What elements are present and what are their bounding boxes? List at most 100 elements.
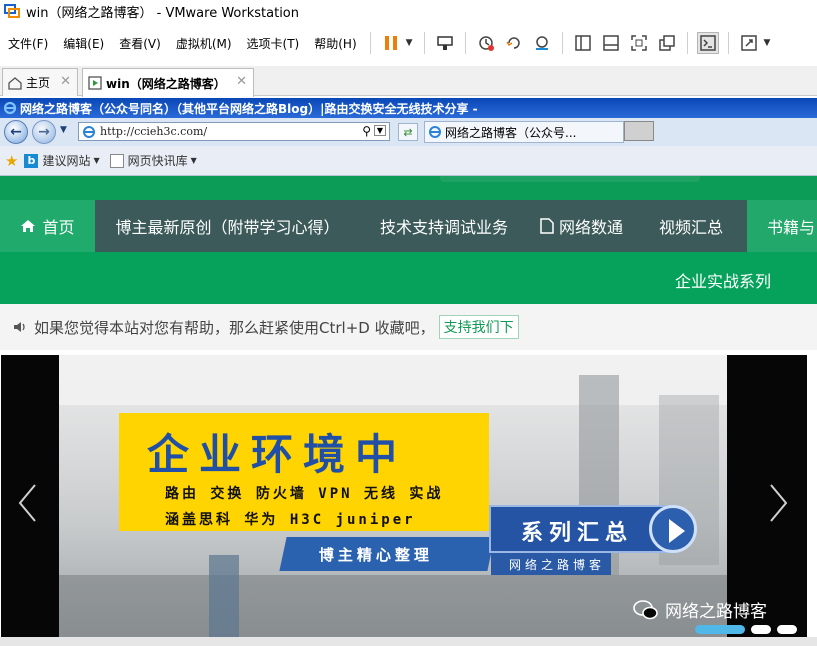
menu-edit[interactable]: 编辑(E) bbox=[63, 35, 104, 52]
history-dropdown-icon[interactable]: ▼ bbox=[60, 125, 67, 135]
toolbar-separator bbox=[561, 32, 563, 54]
factory-floor bbox=[59, 575, 727, 637]
favorites-star-icon[interactable]: ★ bbox=[5, 152, 18, 170]
chevron-down-icon[interactable]: ▼ bbox=[93, 156, 99, 165]
thumbnail-icon[interactable] bbox=[600, 32, 622, 54]
window-title: win（网络之路博客） - VMware Workstation bbox=[26, 5, 299, 21]
back-button[interactable]: ← bbox=[4, 120, 28, 144]
toolbar-separator bbox=[369, 32, 371, 54]
vm-running-icon bbox=[88, 76, 102, 90]
ie-title-bar: 网络之路博客（公众号同名）（其他平台网络之路Blog）|路由交换安全无线技术分享… bbox=[0, 98, 817, 118]
support-link[interactable]: 支持我们下 bbox=[438, 315, 519, 339]
revert-snapshot-icon[interactable] bbox=[503, 32, 525, 54]
site-sub-nav: 企业实战系列 bbox=[0, 252, 817, 304]
chevron-down-icon[interactable]: ▼ bbox=[406, 38, 413, 48]
carousel-dot-active[interactable] bbox=[695, 625, 745, 634]
headline-box: 企业环境中 路由 交换 防火墙 VPN 无线 实战 涵盖思科 华为 H3C ju… bbox=[119, 413, 489, 531]
banner-tag-text: 博主精心整理 bbox=[318, 546, 433, 564]
menu-toolbar: 文件(F) 编辑(E) 查看(V) 虚拟机(M) 选项卡(T) 帮助(H) ▼ … bbox=[0, 28, 817, 58]
snapshot-manager-icon[interactable] bbox=[531, 32, 553, 54]
vmware-title-bar: win（网络之路博客） - VMware Workstation bbox=[0, 0, 817, 22]
vm-tab-strip: 主页 ✕ win（网络之路博客） ✕ bbox=[0, 66, 817, 97]
nav-videos[interactable]: 视频汇总 bbox=[635, 200, 747, 252]
favorites-bar: ★ b 建议网站 ▼ 网页快讯库 ▼ bbox=[0, 146, 817, 176]
web-slice-icon bbox=[109, 153, 124, 168]
series-text: 系列汇总 bbox=[521, 521, 634, 546]
banner-carousel[interactable]: 企业环境中 路由 交换 防火墙 VPN 无线 实战 涵盖思科 华为 H3C ju… bbox=[1, 355, 807, 637]
chevron-down-icon[interactable]: ▼ bbox=[191, 156, 197, 165]
notice-text: 如果您觉得本站对您有帮助，那么赶紧使用Ctrl+D 收藏吧， bbox=[34, 318, 435, 337]
menu-view[interactable]: 查看(V) bbox=[119, 35, 161, 52]
factory-ceiling bbox=[59, 355, 727, 405]
ie-page-icon bbox=[83, 125, 95, 138]
ie-navigation-bar: ← → ▼ http://ccieh3c.com/ ⚲ ▼ ⇄ 网络之路博客（公… bbox=[0, 118, 817, 146]
snapshot-icon[interactable] bbox=[475, 32, 497, 54]
forward-button[interactable]: → bbox=[32, 120, 56, 144]
close-icon[interactable]: ✕ bbox=[236, 74, 247, 89]
banner-tag: 博主精心整理 bbox=[279, 537, 495, 571]
back-arrow-icon: ← bbox=[10, 124, 22, 140]
close-icon[interactable]: ✕ bbox=[60, 74, 71, 89]
menu-file[interactable]: 文件(F) bbox=[8, 35, 48, 52]
menu-vm[interactable]: 虚拟机(M) bbox=[176, 35, 232, 52]
unity-icon[interactable] bbox=[656, 32, 678, 54]
toolbar-separator bbox=[686, 32, 688, 54]
sidebar-icon[interactable] bbox=[572, 32, 594, 54]
worker-figure bbox=[209, 555, 239, 637]
menu-help[interactable]: 帮助(H) bbox=[314, 35, 356, 52]
fullscreen-icon[interactable] bbox=[628, 32, 650, 54]
pause-icon[interactable] bbox=[380, 32, 402, 54]
play-icon bbox=[649, 505, 697, 553]
address-text[interactable]: http://ccieh3c.com/ bbox=[100, 125, 207, 138]
nav-enterprise-series[interactable]: 企业实战系列 bbox=[675, 268, 771, 292]
nav-tech-support[interactable]: 技术支持调试业务 bbox=[360, 200, 528, 252]
speaker-icon bbox=[14, 322, 25, 332]
file-icon bbox=[540, 218, 554, 234]
status-bar bbox=[0, 637, 817, 646]
ie-tab-active[interactable]: 网络之路博客（公众号... bbox=[424, 121, 624, 143]
search-icon[interactable]: ⚲ bbox=[362, 124, 371, 138]
favorite-suggested-sites[interactable]: 建议网站 bbox=[42, 152, 90, 169]
ie-window-title: 网络之路博客（公众号同名）（其他平台网络之路Blog）|路由交换安全无线技术分享… bbox=[20, 101, 478, 116]
nav-books[interactable]: 书籍与 bbox=[747, 200, 817, 252]
tab-vm-win[interactable]: win（网络之路博客） ✕ bbox=[82, 68, 254, 97]
address-bar[interactable]: http://ccieh3c.com/ ⚲ ▼ bbox=[78, 122, 390, 141]
wechat-watermark: 网络之路博客 bbox=[633, 597, 767, 622]
vmware-app-icon bbox=[4, 4, 20, 18]
nav-network[interactable]: 网络数通 bbox=[528, 200, 635, 252]
site-logo-fragment bbox=[440, 176, 700, 182]
home-icon bbox=[21, 220, 36, 232]
toolbar-separator bbox=[727, 32, 729, 54]
banner-line1: 路由 交换 防火墙 VPN 无线 实战 bbox=[165, 486, 444, 502]
carousel-dot[interactable] bbox=[777, 625, 797, 634]
next-arrow-icon[interactable] bbox=[769, 483, 789, 523]
banner-image: 企业环境中 路由 交换 防火墙 VPN 无线 实战 涵盖思科 华为 H3C ju… bbox=[59, 355, 727, 637]
toolbar-separator bbox=[464, 32, 466, 54]
prev-arrow-icon[interactable] bbox=[17, 483, 37, 523]
new-tab-button[interactable] bbox=[624, 121, 654, 141]
wechat-watermark-text: 网络之路博客 bbox=[665, 602, 767, 622]
banner-line2: 涵盖思科 华为 H3C juniper bbox=[165, 512, 416, 528]
address-dropdown-icon[interactable]: ▼ bbox=[373, 125, 386, 136]
nav-original-posts[interactable]: 博主最新原创（附带学习心得） bbox=[95, 200, 360, 252]
tab-label: 主页 bbox=[26, 76, 51, 90]
site-notice: 如果您觉得本站对您有帮助，那么赶紧使用Ctrl+D 收藏吧， 支持我们下 bbox=[0, 304, 817, 350]
ie-tab-label: 网络之路博客（公众号... bbox=[445, 125, 577, 140]
forward-arrow-icon: → bbox=[38, 124, 50, 140]
send-keys-icon[interactable] bbox=[434, 32, 456, 54]
refresh-icon[interactable]: ⇄ bbox=[398, 123, 418, 141]
site-main-nav: 首页 博主最新原创（附带学习心得） 技术支持调试业务 网络数通 视频汇总 书籍与 bbox=[0, 200, 817, 252]
banner-headline: 企业环境中 bbox=[147, 430, 408, 479]
console-icon[interactable] bbox=[696, 32, 719, 54]
bing-icon: b bbox=[24, 153, 39, 168]
favorite-web-slice[interactable]: 网页快讯库 bbox=[128, 152, 188, 169]
carousel-dot[interactable] bbox=[751, 625, 771, 634]
stretch-icon[interactable] bbox=[738, 32, 760, 54]
chevron-down-icon[interactable]: ▼ bbox=[764, 38, 771, 48]
site-header-logo-strip bbox=[0, 176, 817, 200]
series-sub-text: 网络之路博客 bbox=[509, 558, 606, 572]
carousel-dots bbox=[695, 625, 803, 634]
nav-home[interactable]: 首页 bbox=[0, 200, 95, 252]
menu-tabs[interactable]: 选项卡(T) bbox=[247, 35, 300, 52]
tab-home[interactable]: 主页 ✕ bbox=[2, 68, 78, 96]
